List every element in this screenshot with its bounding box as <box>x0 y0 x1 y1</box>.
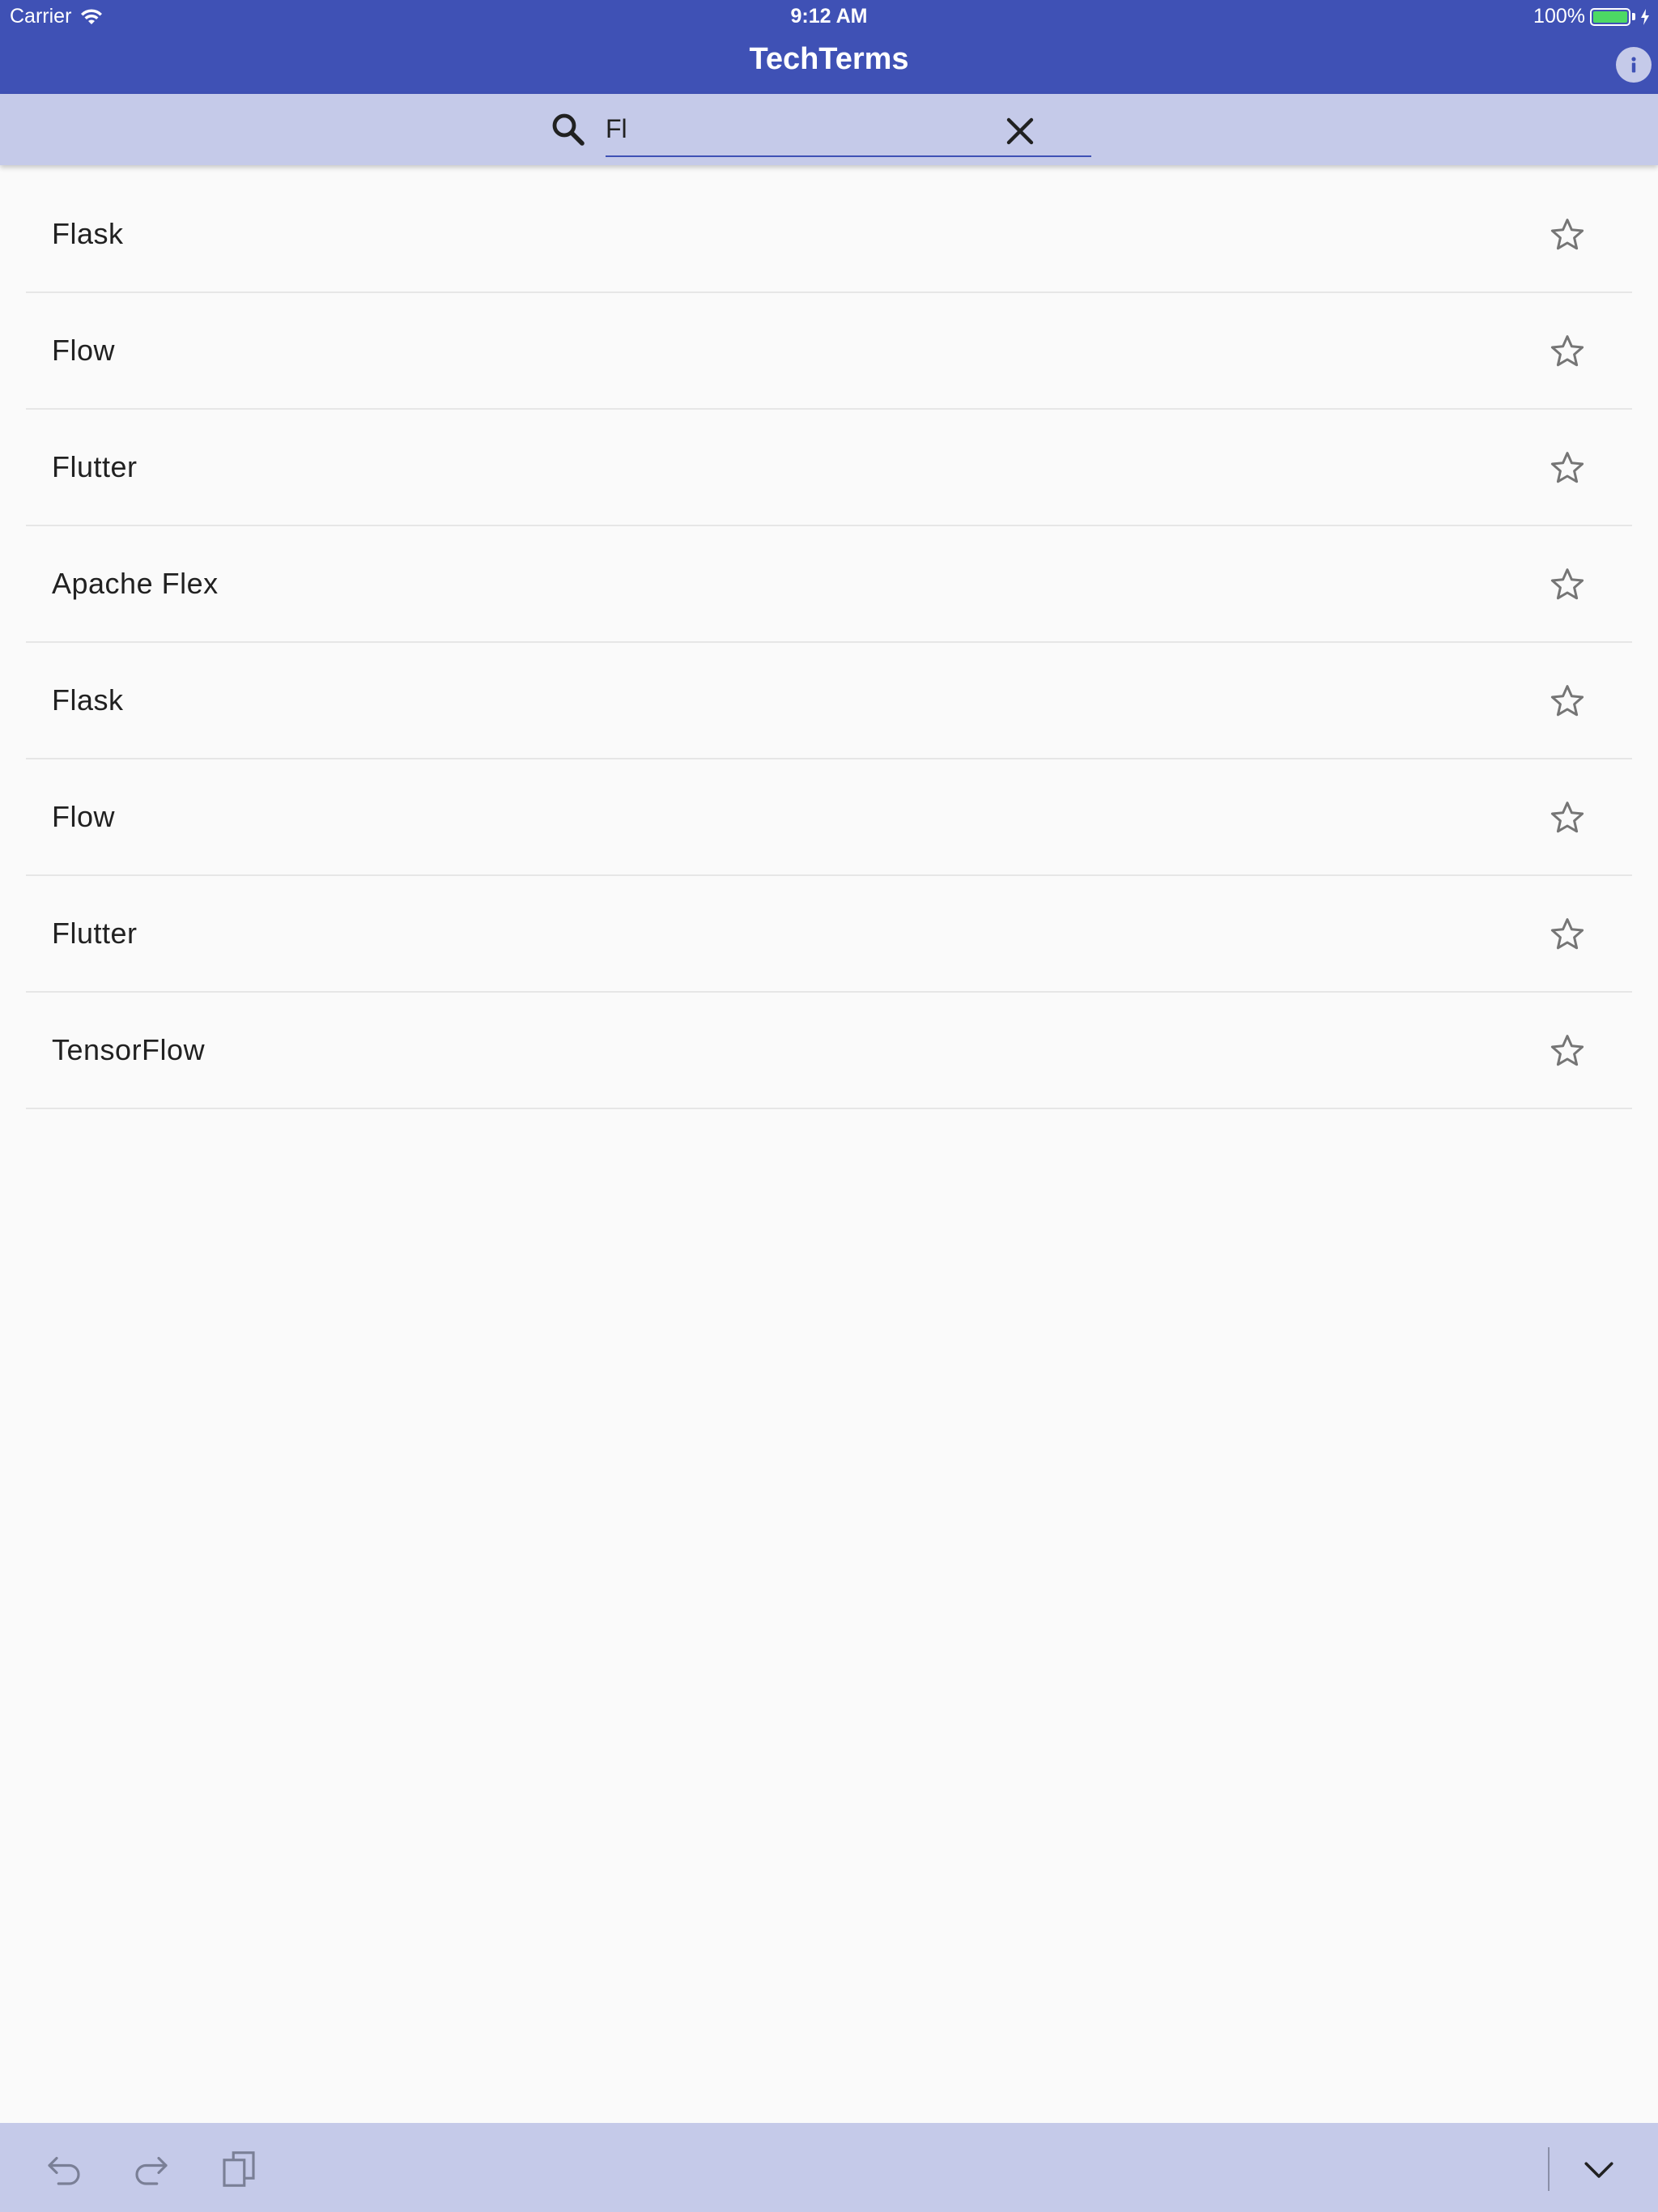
list-item[interactable]: Flutter <box>26 876 1632 993</box>
battery-fill <box>1593 11 1627 23</box>
star-outline-icon[interactable] <box>1548 332 1587 371</box>
term-label: Flow <box>52 800 116 833</box>
term-label: Flutter <box>52 450 138 483</box>
status-time: 9:12 AM <box>790 5 868 28</box>
status-right: 100% <box>1533 5 1650 28</box>
list-item[interactable]: Flask <box>26 643 1632 759</box>
list-item[interactable]: Flow <box>26 759 1632 876</box>
star-outline-icon[interactable] <box>1548 798 1587 837</box>
redo-icon[interactable] <box>130 2147 173 2191</box>
paste-icon[interactable] <box>217 2147 261 2191</box>
list-item[interactable]: Apache Flex <box>26 526 1632 643</box>
toolbar-divider <box>1548 2147 1550 2191</box>
term-label: Flow <box>52 334 116 367</box>
undo-icon[interactable] <box>42 2147 86 2191</box>
page-title: TechTerms <box>749 42 909 76</box>
keyboard-toolbar <box>0 2123 1658 2212</box>
chevron-down-icon[interactable] <box>1577 2147 1621 2191</box>
info-button[interactable] <box>1616 47 1652 83</box>
term-label: Flask <box>52 683 124 717</box>
list-item[interactable]: Flutter <box>26 410 1632 526</box>
search-bar <box>0 94 1658 165</box>
star-outline-icon[interactable] <box>1548 915 1587 954</box>
star-outline-icon[interactable] <box>1548 682 1587 721</box>
app-bar: Carrier 9:12 AM 100% TechTerms <box>0 0 1658 94</box>
term-label: Flask <box>52 217 124 250</box>
close-icon[interactable] <box>1001 112 1039 151</box>
term-label: TensorFlow <box>52 1033 206 1066</box>
status-bar: Carrier 9:12 AM 100% <box>0 0 1658 32</box>
term-label: Flutter <box>52 917 138 950</box>
star-outline-icon[interactable] <box>1548 215 1587 254</box>
battery-icon <box>1590 7 1630 26</box>
list-item[interactable]: Flow <box>26 293 1632 410</box>
info-icon <box>1631 57 1636 73</box>
list-item[interactable]: Flask <box>26 177 1632 293</box>
term-list: Flask Flow Flutter Apache Flex Flask Flo… <box>26 177 1632 1109</box>
search-input[interactable] <box>606 102 1010 155</box>
search-icon <box>552 113 585 146</box>
list-item[interactable]: TensorFlow <box>26 993 1632 1109</box>
star-outline-icon[interactable] <box>1548 565 1587 604</box>
search-field <box>606 102 1091 157</box>
star-outline-icon[interactable] <box>1548 449 1587 487</box>
charging-icon <box>1641 8 1649 25</box>
battery-percent: 100% <box>1533 5 1585 28</box>
battery-tip <box>1632 13 1635 20</box>
star-outline-icon[interactable] <box>1548 1032 1587 1070</box>
term-label: Apache Flex <box>52 567 219 600</box>
